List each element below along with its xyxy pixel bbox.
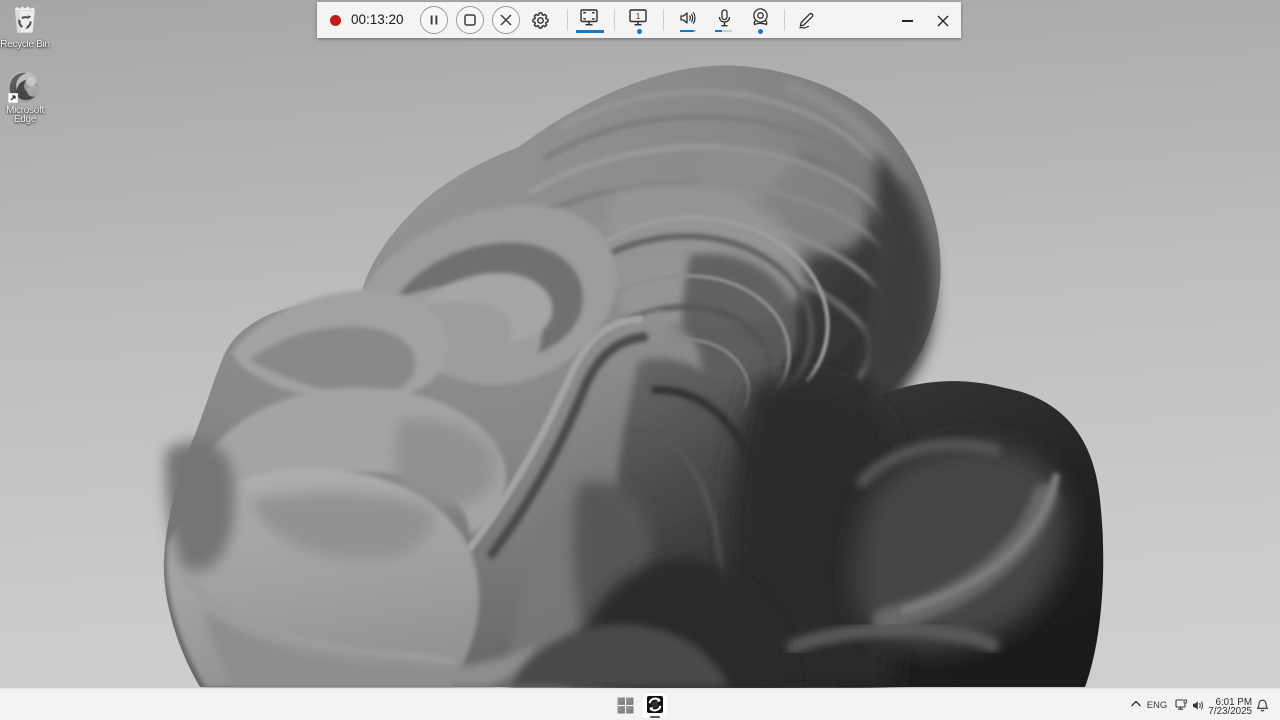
svg-text:1: 1 bbox=[636, 12, 641, 21]
